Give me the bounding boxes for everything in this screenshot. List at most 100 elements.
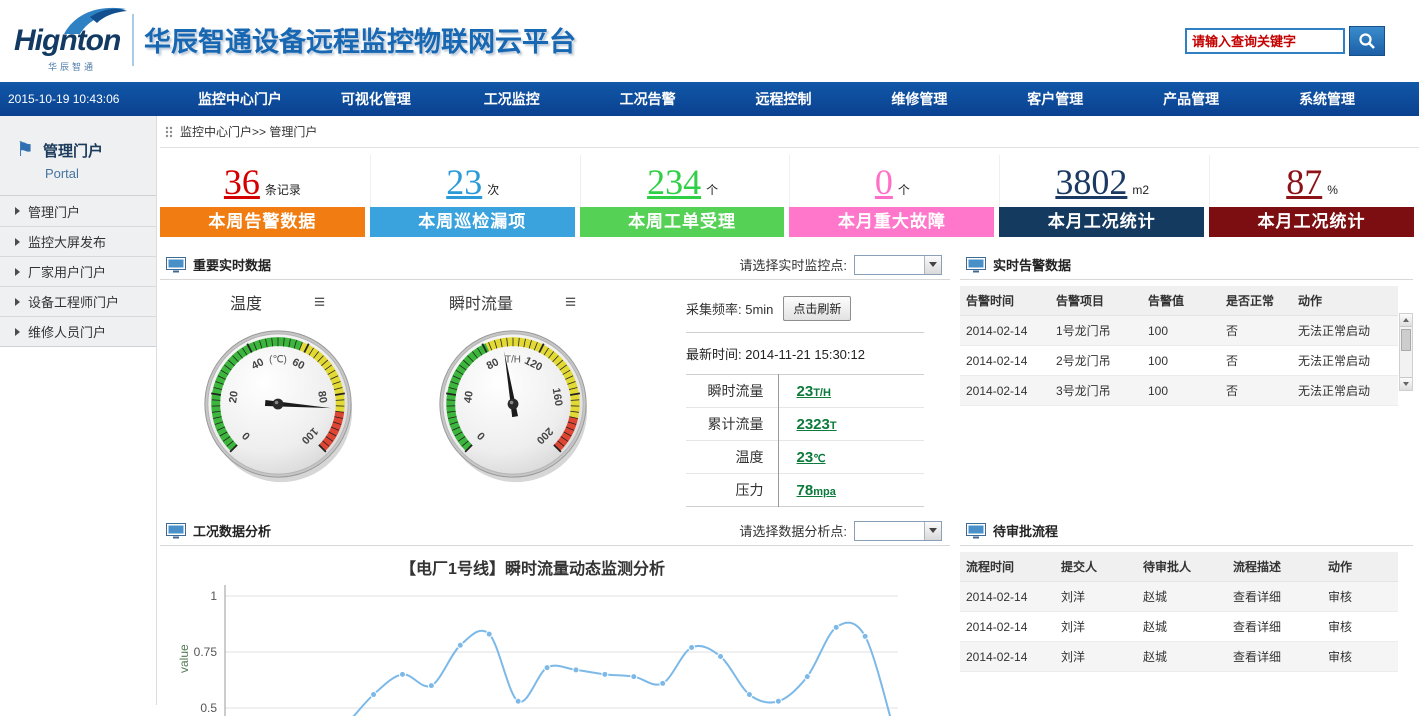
svg-text:(℃): (℃) xyxy=(269,354,287,365)
flag-icon: ⚑ xyxy=(16,140,34,181)
panel-header: 实时告警数据 xyxy=(960,250,1413,280)
sidebar-item-admin-portal[interactable]: 管理门户 xyxy=(0,196,156,226)
svg-text:80: 80 xyxy=(315,390,329,404)
reading-value[interactable]: 23T/H xyxy=(797,384,831,399)
sidebar-item-factory-portal[interactable]: 厂家用户门户 xyxy=(0,256,156,286)
logo-subtext: 华辰智通 xyxy=(48,60,96,73)
scroll-up-icon[interactable] xyxy=(1400,314,1412,327)
stat-label-bar[interactable]: 本月工况统计 xyxy=(1209,207,1414,237)
approval-table-header: 流程时间 提交人 待审批人 流程描述 动作 xyxy=(960,552,1398,582)
realtime-data-panel: 重要实时数据 请选择实时监控点: 温度 ≡ 020406080100(℃) xyxy=(160,250,950,506)
sidebar: ⚑ 管理门户 Portal 管理门户 监控大屏发布 厂家用户门户 设备工程师门户… xyxy=(0,116,157,705)
reading-row: 压力 78mpa xyxy=(686,474,924,507)
refresh-button[interactable]: 点击刷新 xyxy=(783,296,851,321)
nav-item-maintenance[interactable]: 维修管理 xyxy=(851,82,987,116)
nav-item-monitor-center[interactable]: 监控中心门户 xyxy=(172,82,308,116)
stat-card-weekly-workorders: 234 个 本周工单受理 xyxy=(580,155,785,237)
nav-item-product[interactable]: 产品管理 xyxy=(1123,82,1259,116)
panel-header: 工况数据分析 请选择数据分析点: xyxy=(160,516,950,546)
logo-divider xyxy=(132,14,134,66)
arrow-right-icon xyxy=(15,238,20,246)
gauge-temperature: 温度 ≡ 020406080100(℃) xyxy=(160,284,395,507)
svg-text:40: 40 xyxy=(462,390,476,404)
panel-title: 实时告警数据 xyxy=(993,255,1071,274)
stat-unit: % xyxy=(1327,183,1338,197)
panel-header: 重要实时数据 请选择实时监控点: xyxy=(160,250,950,280)
stat-value[interactable]: 87 xyxy=(1286,159,1322,205)
monitor-select-label: 请选择实时监控点: xyxy=(739,255,847,274)
menu-icon[interactable]: ≡ xyxy=(565,293,576,312)
nav-item-visualization[interactable]: 可视化管理 xyxy=(308,82,444,116)
stat-value[interactable]: 23 xyxy=(446,159,482,205)
chart-title: 【电厂1号线】瞬时流量动态监测分析 xyxy=(160,555,905,579)
main-content: 监控中心门户>> 管理门户 36条记录 本周告警数据 23次 本周巡检漏项 23… xyxy=(160,116,1419,705)
search-input[interactable] xyxy=(1185,28,1345,54)
chevron-down-icon[interactable] xyxy=(924,256,941,274)
readings-table: 瞬时流量 23T/H 累计流量 2323T 温度 23℃ xyxy=(686,374,924,507)
panel-title: 工况数据分析 xyxy=(193,521,271,540)
monitor-icon xyxy=(966,523,986,539)
stat-label-bar[interactable]: 本周巡检漏项 xyxy=(370,207,575,237)
site-title: 华辰智通设备远程监控物联网云平台 xyxy=(144,20,576,59)
approval-table: 流程时间 提交人 待审批人 流程描述 动作 2014-02-14刘洋赵城查看详细… xyxy=(960,552,1398,672)
chevron-down-icon[interactable] xyxy=(924,522,941,540)
panel-title: 待审批流程 xyxy=(993,521,1058,540)
audit-link[interactable]: 审核 xyxy=(1322,642,1398,672)
reading-value[interactable]: 2323T xyxy=(797,417,837,432)
menu-icon[interactable]: ≡ xyxy=(314,293,325,312)
audit-link[interactable]: 审核 xyxy=(1322,612,1398,642)
stat-label-bar[interactable]: 本周告警数据 xyxy=(160,207,365,237)
table-scrollbar[interactable] xyxy=(1399,313,1413,391)
breadcrumb: 监控中心门户>> 管理门户 xyxy=(160,116,1419,148)
flow-line-chart: 10.750.5value xyxy=(160,581,905,716)
approval-panel: 待审批流程 流程时间 提交人 待审批人 流程描述 动作 xyxy=(960,516,1413,672)
nav-timestamp: 2015-10-19 10:43:06 xyxy=(8,82,119,116)
reading-value[interactable]: 23℃ xyxy=(797,450,826,465)
stat-label-bar[interactable]: 本周工单受理 xyxy=(580,207,785,237)
panel-header: 待审批流程 xyxy=(960,516,1413,546)
frequency-label: 采集频率: 5min xyxy=(686,299,773,318)
stat-value[interactable]: 234 xyxy=(647,159,701,205)
arrow-right-icon xyxy=(15,207,20,215)
sidebar-item-maintainer-portal[interactable]: 维修人员门户 xyxy=(0,316,156,346)
nav-item-condition-alarm[interactable]: 工况告警 xyxy=(580,82,716,116)
logo-text: Hignton xyxy=(14,24,120,58)
sidebar-item-engineer-portal[interactable]: 设备工程师门户 xyxy=(0,286,156,316)
analysis-panel: 工况数据分析 请选择数据分析点: 【电厂1号线】瞬时流量动态监测分析 10.75… xyxy=(160,516,950,721)
audit-link[interactable]: 审核 xyxy=(1322,582,1398,612)
alarm-row: 2014-02-143号龙门吊100否无法正常启动 xyxy=(960,376,1398,406)
stat-value[interactable]: 3802 xyxy=(1055,159,1127,205)
approval-row: 2014-02-14刘洋赵城查看详细审核 xyxy=(960,642,1398,672)
reading-value[interactable]: 78mpa xyxy=(797,483,836,498)
stat-label-bar[interactable]: 本月工况统计 xyxy=(999,207,1204,237)
monitor-point-select[interactable] xyxy=(854,255,942,275)
view-detail-link[interactable]: 查看详细 xyxy=(1227,642,1322,672)
scroll-down-icon[interactable] xyxy=(1400,377,1412,390)
gauge-title: 温度 xyxy=(230,290,262,314)
analysis-point-select[interactable] xyxy=(854,521,942,541)
svg-text:T/H: T/H xyxy=(505,354,521,365)
stat-card-weekly-alarms: 36条记录 本周告警数据 xyxy=(160,155,365,237)
svg-text:0.75: 0.75 xyxy=(194,645,218,659)
stat-label-bar[interactable]: 本月重大故障 xyxy=(789,207,994,237)
nav-item-customer[interactable]: 客户管理 xyxy=(987,82,1123,116)
reading-row: 累计流量 2323T xyxy=(686,408,924,441)
stat-value[interactable]: 0 xyxy=(875,159,893,205)
sidebar-item-big-screen[interactable]: 监控大屏发布 xyxy=(0,226,156,256)
gauge-flow: 瞬时流量 ≡ 04080120160200T/H xyxy=(395,284,630,507)
search-button[interactable] xyxy=(1349,26,1385,56)
stat-card-monthly-condition-area: 3802m2 本月工况统计 xyxy=(999,155,1204,237)
stat-value[interactable]: 36 xyxy=(224,159,260,205)
view-detail-link[interactable]: 查看详细 xyxy=(1227,582,1322,612)
main-nav: 2015-10-19 10:43:06 监控中心门户 可视化管理 工况监控 工况… xyxy=(0,82,1419,116)
analysis-select-label: 请选择数据分析点: xyxy=(739,521,847,540)
nav-item-system[interactable]: 系统管理 xyxy=(1259,82,1395,116)
nav-item-condition-monitor[interactable]: 工况监控 xyxy=(444,82,580,116)
nav-item-remote-control[interactable]: 远程控制 xyxy=(716,82,852,116)
view-detail-link[interactable]: 查看详细 xyxy=(1227,612,1322,642)
breadcrumb-text[interactable]: 监控中心门户>> 管理门户 xyxy=(180,123,317,140)
logo: Hignton 华辰智通 xyxy=(12,6,137,76)
stat-unit: 个 xyxy=(706,181,718,198)
scrollbar-thumb[interactable] xyxy=(1401,329,1411,351)
monitor-icon xyxy=(966,257,986,273)
